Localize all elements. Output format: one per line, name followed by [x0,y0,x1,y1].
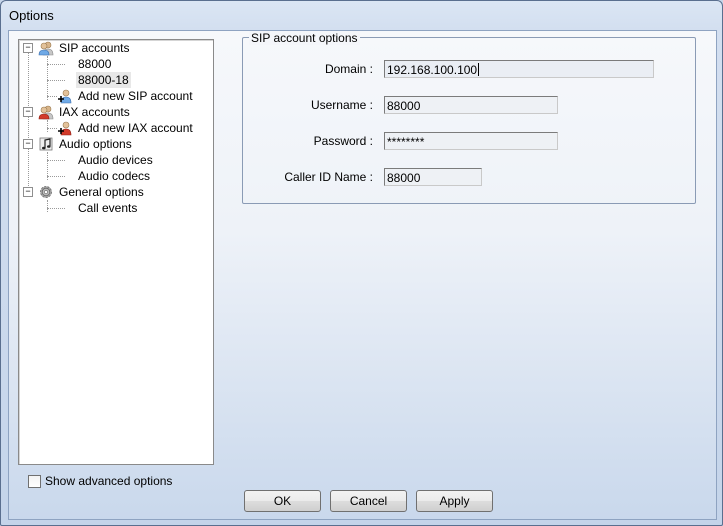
audio-options-icon [39,137,53,151]
tree-item-label: Audio options [59,137,132,151]
username-input[interactable]: 88000 [384,96,558,114]
gear-icon [40,186,52,198]
tree-branch [47,64,65,65]
domain-input[interactable]: 192.168.100.100 [384,60,654,78]
dialog-client-area: − SIP accounts 88000 88000-18 Add new SI… [8,30,717,520]
domain-label: Domain : [324,62,373,76]
text-caret [478,63,480,76]
sip-account-options-group: SIP account options Domain : 192.168.100… [242,31,696,204]
add-sip-account-icon [58,89,72,104]
tree-sip-line [47,56,48,100]
window-title: Options [9,8,54,23]
title-bar[interactable]: Options [1,1,722,29]
ok-button[interactable]: OK [244,490,321,512]
options-window: Options − SIP accounts 88000 88000-18 Ad… [0,0,723,526]
tree-iax-line [47,120,48,132]
tree-item-label: General options [59,185,144,199]
tree-item-label: SIP accounts [59,41,130,55]
tree-branch [47,176,65,177]
apply-button[interactable]: Apply [416,490,493,512]
tree-item-label: Add new IAX account [78,121,193,135]
tree-item-label: Audio codecs [78,169,151,183]
tree-item-label: Call events [78,201,138,215]
collapse-icon[interactable]: − [23,187,33,197]
sip-accounts-icon [38,41,54,56]
tree-branch [47,96,57,97]
show-advanced-checkbox[interactable] [28,475,41,488]
tree-general-line [47,200,48,212]
tree-root-line [28,52,29,196]
tree-branch [47,128,57,129]
caller-id-label: Caller ID Name : [284,170,373,184]
password-label: Password : [313,134,373,148]
collapse-icon[interactable]: − [23,43,33,53]
tree-branch [47,80,65,81]
domain-value: 192.168.100.100 [387,63,478,77]
cancel-button[interactable]: Cancel [330,490,407,512]
options-tree[interactable]: − SIP accounts 88000 88000-18 Add new SI… [18,39,214,465]
group-title: SIP account options [249,31,360,45]
collapse-icon[interactable]: − [23,139,33,149]
password-input[interactable]: ******** [384,132,558,150]
iax-accounts-icon [38,105,54,120]
tree-item-label: IAX accounts [59,105,130,119]
tree-branch [47,160,65,161]
show-advanced-label[interactable]: Show advanced options [45,474,172,488]
tree-item-label: Add new SIP account [78,89,193,103]
add-iax-account-icon [58,121,72,136]
tree-item-label: 88000 [78,57,112,71]
tree-item-label: 88000-18 [76,72,131,88]
tree-item-label: Audio devices [78,153,153,167]
caller-id-input[interactable]: 88000 [384,168,482,186]
username-label: Username : [310,98,373,112]
tree-branch [47,208,65,209]
collapse-icon[interactable]: − [23,107,33,117]
